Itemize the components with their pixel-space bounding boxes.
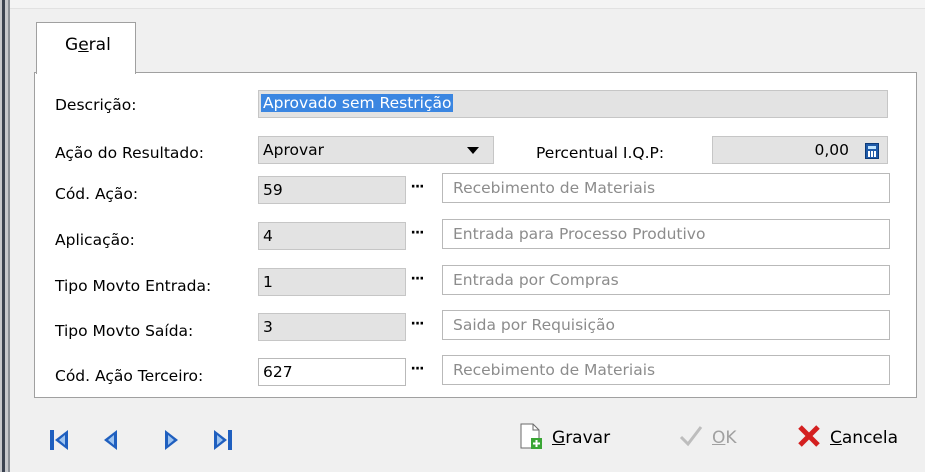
tipo-entrada-lookup-button[interactable]: ··· — [404, 268, 430, 296]
first-record-icon[interactable] — [48, 428, 70, 452]
cod-terceiro-lookup-button[interactable]: ··· — [404, 358, 430, 386]
tipo-entrada-label: Tipo Movto Entrada: — [55, 277, 212, 295]
descricao-label: Descrição: — [55, 96, 137, 114]
last-record-icon[interactable] — [212, 428, 234, 452]
save-document-icon — [518, 423, 544, 454]
gravar-button[interactable]: Gravar — [518, 420, 610, 456]
cod-terceiro-field[interactable]: 627 — [258, 358, 406, 386]
tipo-saida-field[interactable]: 3 — [258, 313, 406, 341]
aplicacao-label: Aplicação: — [55, 231, 135, 249]
cod-terceiro-label: Cód. Ação Terceiro: — [55, 367, 204, 385]
aplicacao-lookup-button[interactable]: ··· — [404, 222, 430, 250]
top-border — [10, 0, 925, 9]
percentual-value: 0,00 — [814, 141, 849, 159]
percentual-field[interactable]: 0,00 — [712, 136, 888, 164]
tipo-entrada-description-text: Entrada por Compras — [453, 271, 619, 289]
cancel-x-icon — [796, 423, 822, 454]
cod-acao-label: Cód. Ação: — [55, 185, 139, 203]
acao-resultado-select[interactable]: Aprovar — [258, 136, 494, 164]
acao-resultado-value: Aprovar — [263, 141, 325, 159]
previous-record-icon[interactable] — [100, 428, 122, 452]
aplicacao-value: 4 — [263, 227, 273, 245]
cod-terceiro-description: Recebimento de Materiais — [442, 355, 890, 385]
dropdown-arrow-icon[interactable] — [467, 147, 479, 154]
tipo-saida-description: Saida por Requisição — [442, 310, 890, 340]
tipo-saida-lookup-button[interactable]: ··· — [404, 313, 430, 341]
cod-acao-field[interactable]: 59 — [258, 176, 406, 204]
tipo-saida-value: 3 — [263, 318, 273, 336]
cod-terceiro-description-text: Recebimento de Materiais — [453, 361, 656, 379]
next-record-icon[interactable] — [160, 428, 182, 452]
ok-button[interactable]: OK — [678, 420, 737, 456]
descricao-field[interactable]: Aprovado sem Restrição — [258, 90, 888, 118]
acao-resultado-label: Ação do Resultado: — [55, 144, 204, 162]
percentual-label: Percentual I.Q.P: — [536, 144, 665, 162]
tipo-saida-label: Tipo Movto Saída: — [55, 322, 194, 340]
aplicacao-description: Entrada para Processo Produtivo — [442, 219, 890, 249]
tipo-entrada-field[interactable]: 1 — [258, 268, 406, 296]
cod-terceiro-value: 627 — [263, 363, 293, 381]
aplicacao-field[interactable]: 4 — [258, 222, 406, 250]
tab-geral-label: Geral — [65, 35, 111, 55]
cod-acao-description-text: Recebimento de Materiais — [453, 179, 656, 197]
aplicacao-description-text: Entrada para Processo Produtivo — [453, 225, 706, 243]
calculator-icon[interactable] — [865, 143, 879, 159]
tab-geral[interactable]: Geral — [36, 22, 136, 74]
tipo-entrada-value: 1 — [263, 273, 273, 291]
cod-acao-lookup-button[interactable]: ··· — [404, 176, 430, 204]
cod-acao-value: 59 — [263, 181, 283, 199]
cancela-button[interactable]: Cancela — [796, 420, 898, 456]
descricao-value: Aprovado sem Restrição — [261, 94, 454, 112]
cod-acao-description: Recebimento de Materiais — [442, 173, 890, 203]
tipo-entrada-description: Entrada por Compras — [442, 265, 890, 295]
bottom-toolbar: Gravar OK Cancela — [10, 400, 925, 472]
left-window-edge — [0, 0, 10, 472]
tipo-saida-description-text: Saida por Requisição — [453, 316, 615, 334]
check-icon — [678, 423, 704, 454]
